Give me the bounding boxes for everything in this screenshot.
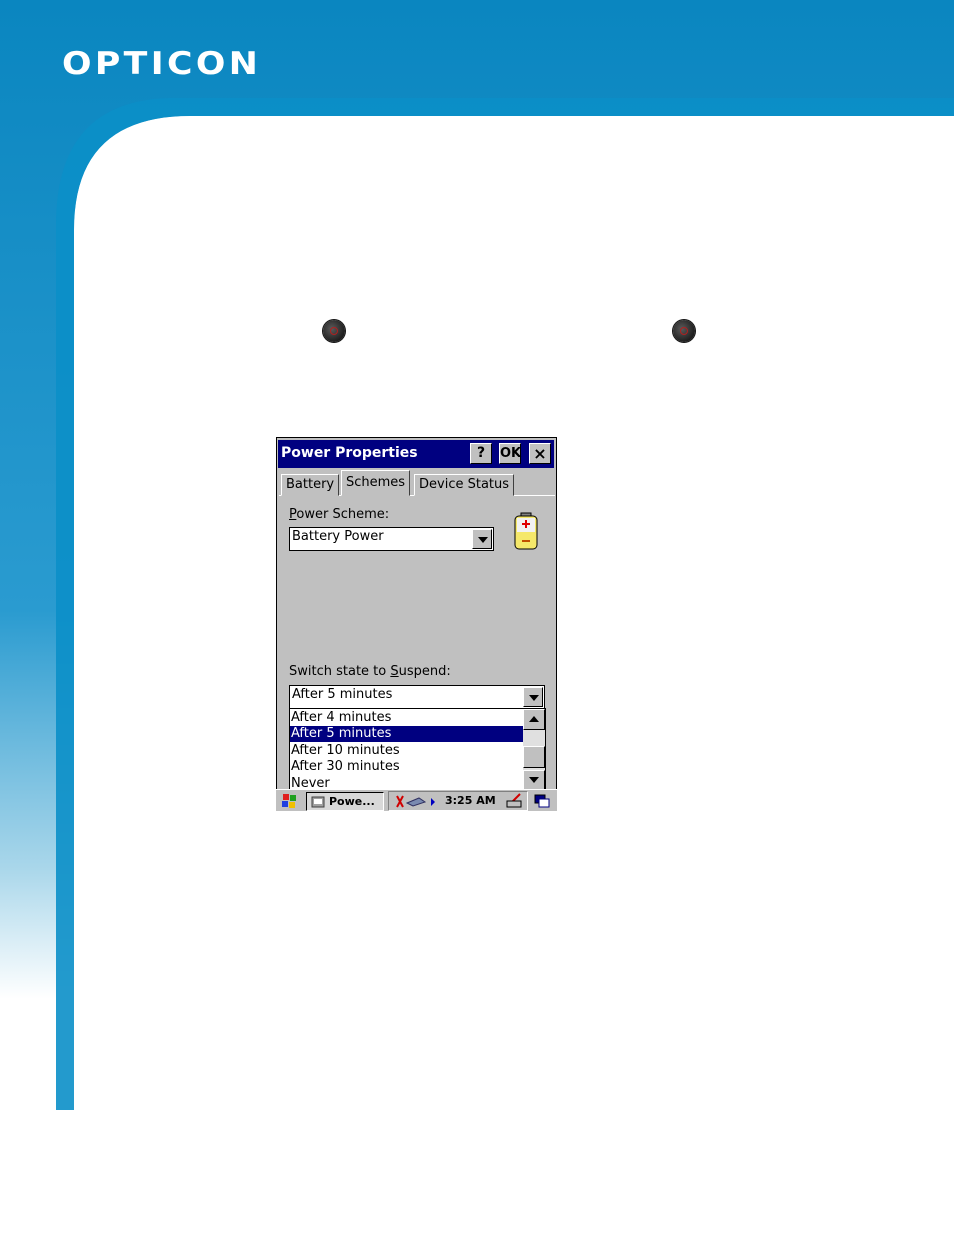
power-scheme-select[interactable]: Battery Power xyxy=(289,527,494,551)
chevron-down-icon xyxy=(529,777,539,783)
desktop-switch-icon[interactable] xyxy=(532,792,552,809)
window-title: Power Properties xyxy=(281,445,418,461)
power-button-icon xyxy=(323,320,345,342)
ok-button[interactable]: OK xyxy=(499,443,521,464)
scroll-down-button[interactable] xyxy=(523,770,545,791)
clock[interactable]: 3:25 AM xyxy=(445,794,496,807)
power-button-icon xyxy=(673,320,695,342)
network-status-icon[interactable] xyxy=(395,794,441,809)
taskbar: Powe... 3:25 AM xyxy=(276,789,557,811)
battery-icon xyxy=(514,512,538,550)
suspend-select[interactable]: After 5 minutes xyxy=(289,685,545,709)
scrollbar[interactable] xyxy=(523,709,545,792)
keyboard-input-icon[interactable] xyxy=(505,791,525,810)
scrollbar-thumb[interactable] xyxy=(523,746,545,768)
tab-battery[interactable]: Battery xyxy=(281,474,340,496)
task-button-label: Powe... xyxy=(329,795,375,808)
power-properties-screenshot: Power Properties ? OK × Battery Schemes … xyxy=(276,437,557,811)
suspend-value: After 5 minutes xyxy=(292,687,393,702)
title-bar: Power Properties ? OK × xyxy=(278,440,554,468)
suspend-label: Switch state to Suspend: xyxy=(289,664,451,679)
tab-device-status[interactable]: Device Status xyxy=(414,474,515,496)
opticon-logo: OPTICON xyxy=(62,46,262,82)
help-button[interactable]: ? xyxy=(470,443,492,464)
chevron-down-icon xyxy=(478,537,488,543)
task-button-power[interactable]: Powe... xyxy=(306,792,384,811)
chevron-down-icon xyxy=(529,695,539,701)
suspend-options-list[interactable]: After 4 minutes After 5 minutes After 10… xyxy=(289,708,546,793)
list-item[interactable]: After 30 minutes xyxy=(290,759,523,775)
list-item[interactable]: After 4 minutes xyxy=(290,710,523,726)
chevron-up-icon xyxy=(529,716,539,722)
list-item-selected[interactable]: After 5 minutes xyxy=(290,726,523,742)
close-button[interactable]: × xyxy=(529,443,551,464)
windows-flag-icon[interactable] xyxy=(279,790,299,810)
tab-schemes[interactable]: Schemes xyxy=(341,470,411,496)
power-scheme-dropdown-button[interactable] xyxy=(472,529,492,549)
power-scheme-value: Battery Power xyxy=(292,529,384,544)
list-item[interactable]: After 10 minutes xyxy=(290,743,523,759)
control-panel-icon xyxy=(311,796,325,808)
scroll-up-button[interactable] xyxy=(523,709,545,730)
suspend-dropdown-button[interactable] xyxy=(523,687,543,707)
power-scheme-label: Power Scheme: xyxy=(289,507,390,522)
